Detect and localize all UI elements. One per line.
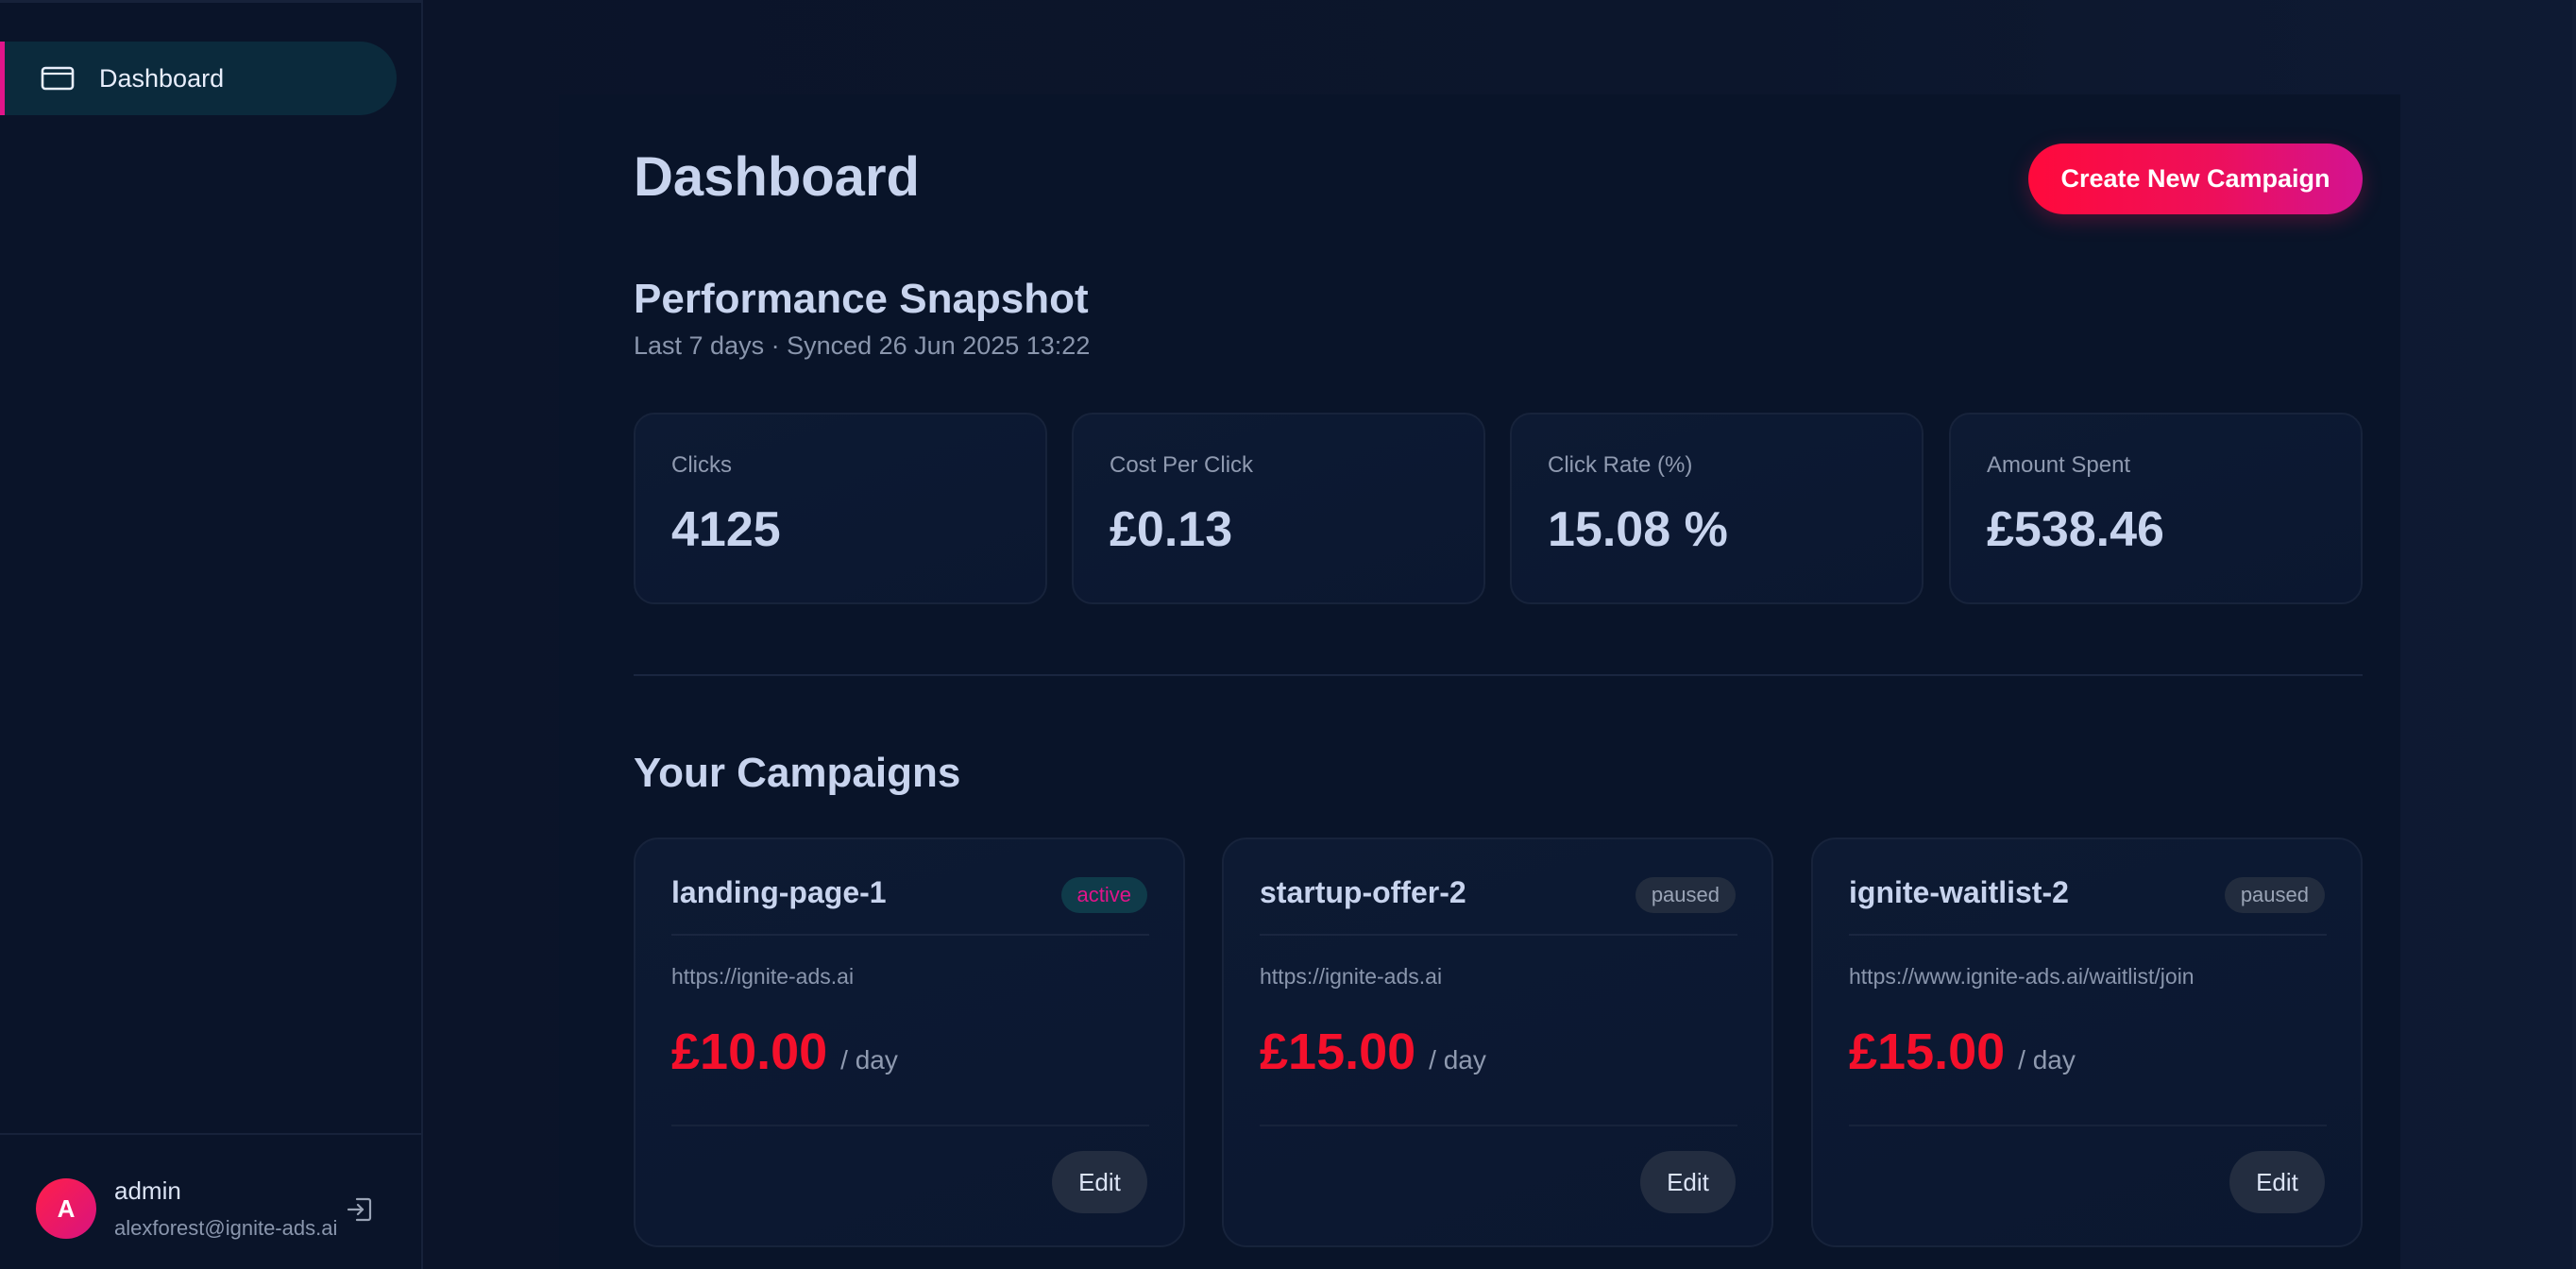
campaign-name: ignite-waitlist-2 [1849,875,2069,909]
sidebar-item-label: Dashboard [99,63,225,93]
logout-icon[interactable] [344,1193,376,1226]
user-panel: A admin alexforest@ignite-ads.ai [0,1133,423,1269]
budget-unit: / day [840,1045,898,1074]
campaign-url: https://ignite-ads.ai [1260,964,1443,989]
snapshot-title: Performance Snapshot [634,276,1089,322]
campaign-budget: £15.00 / day [1849,1023,2076,1081]
stat-card-cost-per-click: Cost Per Click £0.13 [1072,413,1485,604]
stat-value: £538.46 [1987,502,2164,557]
page-title: Dashboard [634,146,920,208]
snapshot-subtitle: Last 7 days · Synced 26 Jun 2025 13:22 [634,331,1091,360]
campaign-budget: £10.00 / day [671,1023,898,1081]
campaign-url: https://www.ignite-ads.ai/waitlist/join [1849,964,2195,989]
sidebar-item-dashboard[interactable]: Dashboard [0,42,397,115]
status-badge: active [1060,877,1147,913]
budget-unit: / day [1429,1045,1486,1074]
app-root: Dashboard A admin alexforest@ignite-ads.… [0,0,2576,1269]
campaigns-title: Your Campaigns [634,750,961,796]
edit-campaign-button[interactable]: Edit [1052,1151,1147,1213]
card-divider [1849,934,2327,936]
campaign-card: startup-offer-2 paused https://ignite-ad… [1222,838,1773,1247]
stat-value: £0.13 [1110,502,1233,557]
sidebar-top-divider [0,0,423,3]
user-email: alexforest@ignite-ads.ai [114,1216,338,1240]
card-divider [671,934,1149,936]
budget-amount: £10.00 [671,1024,828,1080]
avatar[interactable]: A [36,1178,96,1239]
budget-unit: / day [2018,1045,2076,1074]
campaign-name: landing-page-1 [671,875,887,909]
stat-card-amount-spent: Amount Spent £538.46 [1949,413,2363,604]
card-divider [1260,1125,1737,1126]
edit-campaign-button[interactable]: Edit [1640,1151,1736,1213]
budget-amount: £15.00 [1849,1024,2006,1080]
create-campaign-button[interactable]: Create New Campaign [2028,144,2363,214]
status-badge: paused [1635,877,1736,913]
card-divider [1260,934,1737,936]
campaign-card: landing-page-1 active https://ignite-ads… [634,838,1185,1247]
monitor-icon [41,66,75,91]
edit-campaign-button[interactable]: Edit [2229,1151,2325,1213]
window-edge [2572,0,2576,1269]
user-name: admin [114,1176,181,1205]
campaign-card: ignite-waitlist-2 paused https://www.ign… [1811,838,2363,1247]
stat-label: Cost Per Click [1110,452,1254,478]
stat-value: 15.08 % [1548,502,1728,557]
card-divider [1849,1125,2327,1126]
stat-card-clicks: Clicks 4125 [634,413,1047,604]
status-badge: paused [2224,877,2325,913]
campaign-name: startup-offer-2 [1260,875,1466,909]
sidebar: Dashboard A admin alexforest@ignite-ads.… [0,0,423,1269]
stat-value: 4125 [671,502,781,557]
section-divider [634,674,2363,676]
stat-label: Click Rate (%) [1548,452,1693,478]
stat-card-click-rate: Click Rate (%) 15.08 % [1510,413,1924,604]
campaign-budget: £15.00 / day [1260,1023,1486,1081]
stat-label: Clicks [671,452,732,478]
campaign-url: https://ignite-ads.ai [671,964,855,989]
card-divider [671,1125,1149,1126]
budget-amount: £15.00 [1260,1024,1416,1080]
stat-label: Amount Spent [1987,452,2131,478]
